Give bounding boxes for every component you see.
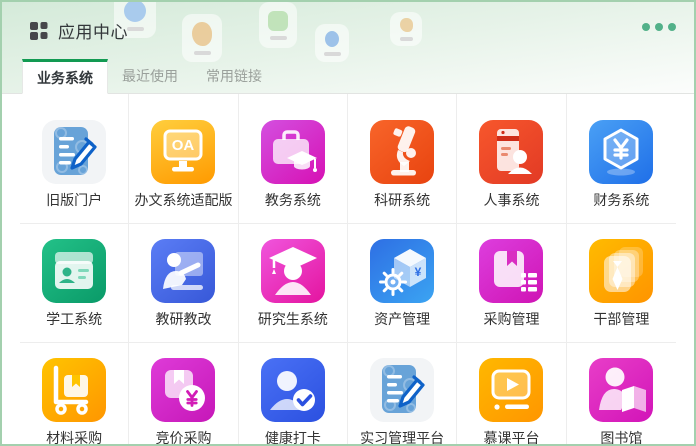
document-pen-icon bbox=[370, 358, 434, 422]
app-label: 教务系统 bbox=[265, 190, 321, 210]
header-bar: 应用中心 bbox=[2, 2, 694, 59]
decoration-tile bbox=[182, 14, 222, 62]
app-mooc-platform[interactable]: 慕课平台 bbox=[457, 343, 566, 446]
app-label: 干部管理 bbox=[593, 309, 649, 329]
app-label: 学工系统 bbox=[46, 309, 102, 329]
app-label: 教研教改 bbox=[155, 309, 211, 329]
app-label: 旧版门户 bbox=[46, 190, 102, 210]
app-student-affairs[interactable]: 学工系统 bbox=[20, 224, 129, 343]
tab-common-links[interactable]: 常用链接 bbox=[192, 59, 276, 93]
briefcase-gradcap-icon bbox=[261, 120, 325, 184]
app-bidding-purchase[interactable]: 竞价采购 bbox=[129, 343, 238, 446]
app-research-system[interactable]: 科研系统 bbox=[348, 94, 457, 224]
app-label: 实习管理平台 bbox=[360, 428, 444, 446]
app-label: 材料采购 bbox=[46, 428, 102, 446]
app-center-window: 应用中心 业务系统 最近使用 常用链接 bbox=[0, 0, 696, 446]
page-title: 应用中心 bbox=[58, 18, 128, 43]
app-label: 竞价采购 bbox=[155, 428, 211, 446]
svg-text:OA: OA bbox=[172, 137, 195, 154]
app-label: 财务系统 bbox=[593, 190, 649, 210]
cube-gear-icon: ¥ bbox=[370, 239, 434, 303]
app-label: 办文系统适配版 bbox=[134, 190, 232, 210]
app-graduate-system[interactable]: 研究生系统 bbox=[239, 224, 348, 343]
app-procurement-management[interactable]: 采购管理 bbox=[457, 224, 566, 343]
person-book-icon bbox=[589, 358, 653, 422]
video-play-icon bbox=[479, 358, 543, 422]
app-academic-affairs[interactable]: 教务系统 bbox=[239, 94, 348, 224]
app-asset-management[interactable]: ¥ 资产管理 bbox=[348, 224, 457, 343]
trolley-box-icon bbox=[42, 358, 106, 422]
app-grid: 旧版门户 OA 办文系统适配版 bbox=[20, 94, 676, 444]
graduate-person-icon bbox=[261, 239, 325, 303]
app-health-checkin[interactable]: 健康打卡 bbox=[239, 343, 348, 446]
oa-monitor-icon: OA bbox=[151, 120, 215, 184]
app-teaching-research[interactable]: 教研教改 bbox=[129, 224, 238, 343]
app-material-purchase[interactable]: 材料采购 bbox=[20, 343, 129, 446]
tab-business-systems[interactable]: 业务系统 bbox=[22, 59, 108, 94]
teacher-board-icon bbox=[151, 239, 215, 303]
app-oa-system[interactable]: OA 办文系统适配版 bbox=[129, 94, 238, 224]
person-check-icon bbox=[261, 358, 325, 422]
app-label: 图书馆 bbox=[600, 428, 642, 446]
app-label: 科研系统 bbox=[374, 190, 430, 210]
tab-bar: 业务系统 最近使用 常用链接 bbox=[2, 59, 694, 94]
app-label: 采购管理 bbox=[483, 309, 539, 329]
microscope-icon bbox=[370, 120, 434, 184]
book-list-icon bbox=[479, 239, 543, 303]
decoration-tile bbox=[315, 24, 349, 62]
document-pen-icon bbox=[42, 120, 106, 184]
app-cadre-management[interactable]: 干部管理 bbox=[567, 224, 676, 343]
tab-recently-used[interactable]: 最近使用 bbox=[108, 59, 192, 93]
idcard-person-icon bbox=[479, 120, 543, 184]
app-label: 慕课平台 bbox=[483, 428, 539, 446]
hexagon-yuan-icon bbox=[589, 120, 653, 184]
app-internship-platform[interactable]: 实习管理平台 bbox=[348, 343, 457, 446]
app-hr-system[interactable]: 人事系统 bbox=[457, 94, 566, 224]
app-old-portal[interactable]: 旧版门户 bbox=[20, 94, 129, 224]
app-label: 健康打卡 bbox=[265, 428, 321, 446]
svg-text:¥: ¥ bbox=[415, 265, 422, 279]
app-label: 研究生系统 bbox=[258, 309, 328, 329]
app-library[interactable]: 图书馆 bbox=[567, 343, 676, 446]
app-label: 资产管理 bbox=[374, 309, 430, 329]
app-finance-system[interactable]: 财务系统 bbox=[567, 94, 676, 224]
ellipsis-menu-icon[interactable] bbox=[642, 23, 676, 31]
decoration-tile bbox=[390, 12, 422, 46]
tie-badge-icon bbox=[589, 239, 653, 303]
header-area: 应用中心 业务系统 最近使用 常用链接 bbox=[2, 2, 694, 94]
app-label: 人事系统 bbox=[483, 190, 539, 210]
decoration-tile bbox=[259, 2, 297, 48]
box-yuan-coin-icon bbox=[151, 358, 215, 422]
student-card-icon bbox=[42, 239, 106, 303]
apps-grid-icon bbox=[30, 22, 48, 40]
